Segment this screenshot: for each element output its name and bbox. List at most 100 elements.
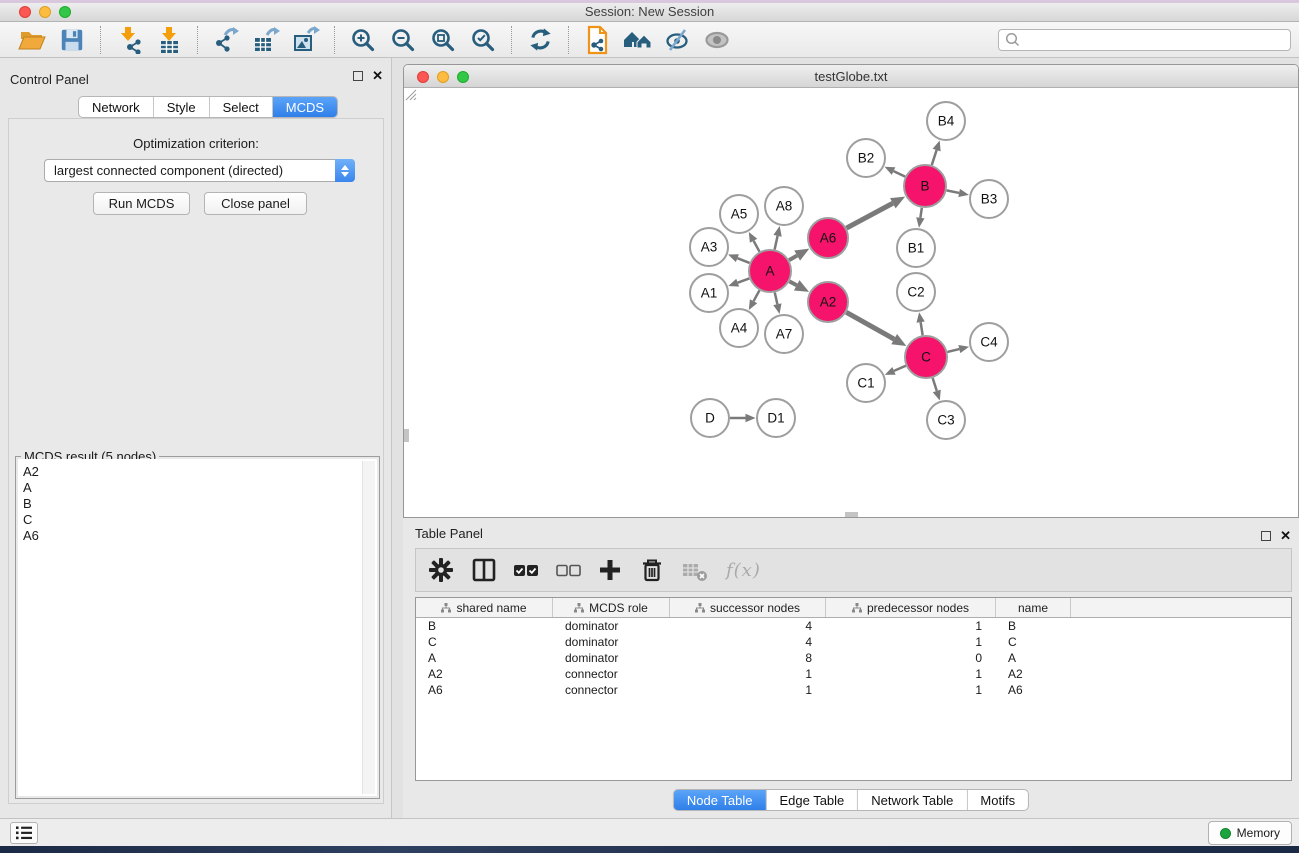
export-table-button[interactable] bbox=[246, 24, 286, 56]
column-header-name[interactable]: name bbox=[996, 598, 1071, 617]
task-history-button[interactable] bbox=[10, 822, 38, 844]
tab-edge-table[interactable]: Edge Table bbox=[766, 790, 858, 810]
edge-A-A6[interactable] bbox=[789, 256, 797, 261]
table-row[interactable]: Adominator80A bbox=[416, 650, 1291, 666]
memory-button[interactable]: Memory bbox=[1208, 821, 1292, 845]
zoom-fit-button[interactable] bbox=[423, 24, 463, 56]
graph-node-B[interactable]: B bbox=[904, 165, 946, 207]
zoom-out-button[interactable] bbox=[383, 24, 423, 56]
graph-node-C[interactable]: C bbox=[905, 336, 947, 378]
column-header-MCDS-role[interactable]: MCDS role bbox=[553, 598, 670, 617]
graph-node-C4[interactable]: C4 bbox=[970, 323, 1008, 361]
memory-label: Memory bbox=[1237, 826, 1280, 840]
edge-C-C4[interactable] bbox=[947, 349, 959, 352]
run-mcds-button[interactable]: Run MCDS bbox=[93, 192, 190, 215]
zoom-selected-button[interactable] bbox=[463, 24, 503, 56]
create-column-button[interactable] bbox=[598, 558, 622, 582]
graph-node-B1[interactable]: B1 bbox=[897, 229, 935, 267]
edge-B-B4[interactable] bbox=[932, 150, 937, 165]
refresh-view-button[interactable] bbox=[520, 24, 560, 56]
tab-node-table[interactable]: Node Table bbox=[674, 790, 767, 810]
graph-node-B4[interactable]: B4 bbox=[927, 102, 965, 140]
export-network-button[interactable] bbox=[206, 24, 246, 56]
import-network-button[interactable] bbox=[109, 24, 149, 56]
graph-node-A6[interactable]: A6 bbox=[808, 218, 848, 258]
edge-C-C3[interactable] bbox=[933, 378, 937, 391]
edge-B-B2[interactable] bbox=[894, 171, 906, 176]
graph-node-D1[interactable]: D1 bbox=[757, 399, 795, 437]
network-canvas[interactable]: A A1 A2 A3 A4 A5 A6 A7 A8 B B1 B2 B3 B4 C C1 C2 C3 C4 D D1 bbox=[404, 88, 1298, 517]
graph-node-A7[interactable]: A7 bbox=[765, 315, 803, 353]
close-panel-icon[interactable]: ✕ bbox=[372, 70, 383, 82]
network-window-titlebar[interactable]: testGlobe.txt bbox=[404, 65, 1298, 88]
graph-node-B2[interactable]: B2 bbox=[847, 139, 885, 177]
edge-C-C2[interactable] bbox=[921, 322, 923, 335]
edge-A2-C[interactable] bbox=[846, 312, 894, 339]
table-row[interactable]: A2connector11A2 bbox=[416, 666, 1291, 682]
edge-C-C1[interactable] bbox=[894, 366, 906, 371]
column-header-predecessor-nodes[interactable]: predecessor nodes bbox=[826, 598, 996, 617]
tab-motifs[interactable]: Motifs bbox=[967, 790, 1028, 810]
tab-style[interactable]: Style bbox=[154, 97, 210, 117]
graph-node-A1[interactable]: A1 bbox=[690, 274, 728, 312]
result-scrollbar[interactable] bbox=[362, 461, 375, 794]
select-all-button[interactable] bbox=[514, 559, 539, 581]
column-view-button[interactable] bbox=[471, 557, 497, 583]
search-input[interactable] bbox=[1023, 31, 1290, 49]
vertical-scroll-indicator[interactable] bbox=[404, 429, 409, 442]
graph-node-A8[interactable]: A8 bbox=[765, 187, 803, 225]
delete-columns-button[interactable] bbox=[639, 557, 665, 583]
edge-A-A8[interactable] bbox=[775, 236, 778, 250]
table-cell: dominator bbox=[553, 619, 670, 633]
graph-node-C3[interactable]: C3 bbox=[927, 401, 965, 439]
float-table-panel-icon[interactable] bbox=[1261, 531, 1271, 541]
column-header-shared-name[interactable]: shared name bbox=[416, 598, 553, 617]
column-header-successor-nodes[interactable]: successor nodes bbox=[670, 598, 826, 617]
graph-node-A[interactable]: A bbox=[749, 250, 791, 292]
edge-A-A4[interactable] bbox=[754, 290, 760, 301]
graph-node-C2[interactable]: C2 bbox=[897, 273, 935, 311]
save-session-button[interactable] bbox=[52, 24, 92, 56]
graph-node-A2[interactable]: A2 bbox=[808, 282, 848, 322]
open-network-file-button[interactable] bbox=[577, 24, 617, 56]
edge-A-A5[interactable] bbox=[754, 241, 760, 252]
table-row[interactable]: Cdominator41C bbox=[416, 634, 1291, 650]
toggle-annotations-button[interactable] bbox=[657, 24, 697, 56]
deselect-all-button[interactable] bbox=[556, 559, 581, 581]
edge-A-A7[interactable] bbox=[775, 292, 778, 304]
resize-grip-icon[interactable] bbox=[404, 88, 417, 101]
edge-A-A2[interactable] bbox=[789, 281, 796, 285]
table-row[interactable]: Bdominator41B bbox=[416, 618, 1291, 634]
graph-node-A3[interactable]: A3 bbox=[690, 228, 728, 266]
edge-A6-B[interactable] bbox=[847, 203, 893, 228]
show-graphics-details-button[interactable] bbox=[697, 24, 737, 56]
horizontal-scroll-indicator[interactable] bbox=[845, 512, 858, 517]
import-table-button[interactable] bbox=[149, 24, 189, 56]
criterion-dropdown[interactable]: largest connected component (directed) bbox=[44, 159, 355, 182]
zoom-in-button[interactable] bbox=[343, 24, 383, 56]
edge-B-B3[interactable] bbox=[947, 190, 960, 193]
close-panel-button[interactable]: Close panel bbox=[204, 192, 307, 215]
close-table-panel-icon[interactable]: ✕ bbox=[1280, 530, 1291, 542]
toolbar-search-field[interactable] bbox=[998, 29, 1291, 51]
open-session-button[interactable] bbox=[12, 24, 52, 56]
home-button[interactable] bbox=[617, 24, 657, 56]
tab-mcds[interactable]: MCDS bbox=[273, 97, 337, 117]
tab-network-table[interactable]: Network Table bbox=[858, 790, 967, 810]
graph-node-A5[interactable]: A5 bbox=[720, 195, 758, 233]
graph-node-A4[interactable]: A4 bbox=[720, 309, 758, 347]
edge-A-A3[interactable] bbox=[737, 258, 749, 263]
graph-node-D[interactable]: D bbox=[691, 399, 729, 437]
export-image-button[interactable] bbox=[286, 24, 326, 56]
edge-B-B1[interactable] bbox=[920, 208, 921, 218]
graph-node-B3[interactable]: B3 bbox=[970, 180, 1008, 218]
table-cell: 1 bbox=[670, 667, 826, 681]
tab-network[interactable]: Network bbox=[79, 97, 154, 117]
tab-select[interactable]: Select bbox=[210, 97, 273, 117]
float-panel-icon[interactable] bbox=[353, 71, 363, 81]
graph-node-C1[interactable]: C1 bbox=[847, 364, 885, 402]
column-attribute-icon bbox=[695, 603, 705, 613]
table-row[interactable]: A6connector11A6 bbox=[416, 682, 1291, 698]
table-settings-button[interactable] bbox=[428, 557, 454, 583]
edge-A-A1[interactable] bbox=[738, 278, 750, 282]
